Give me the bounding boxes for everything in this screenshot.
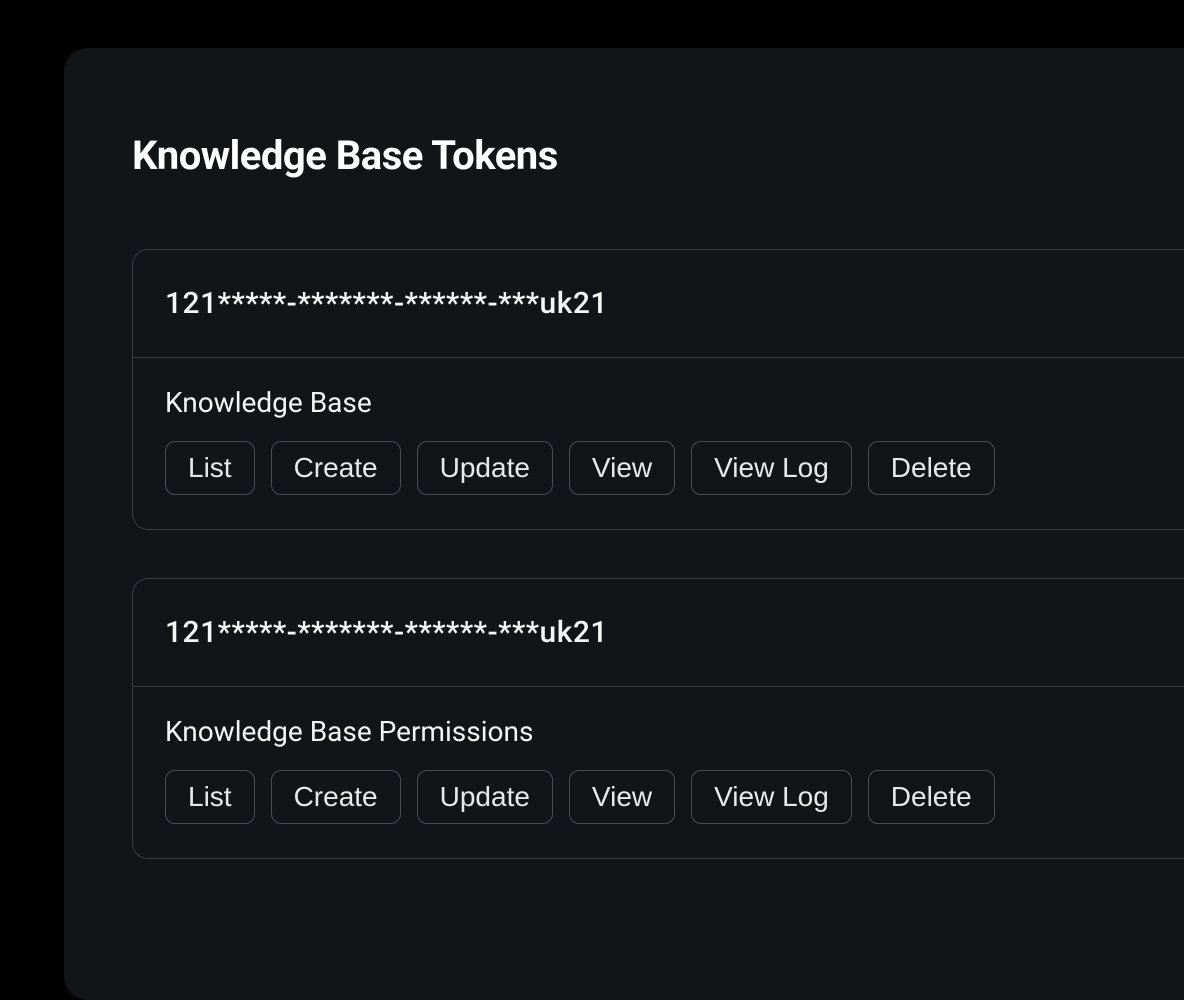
token-id: 121*****-*******-******-***uk21: [165, 615, 1152, 650]
permission-delete-button[interactable]: Delete: [868, 770, 995, 824]
permission-row: List Create Update View View Log Delete: [165, 770, 1152, 824]
permission-create-button[interactable]: Create: [271, 770, 401, 824]
token-body: Knowledge Base Permissions List Create U…: [133, 687, 1184, 858]
permission-view-button[interactable]: View: [569, 441, 675, 495]
permission-delete-button[interactable]: Delete: [868, 441, 995, 495]
permission-create-button[interactable]: Create: [271, 441, 401, 495]
permission-viewlog-button[interactable]: View Log: [691, 441, 852, 495]
permission-viewlog-button[interactable]: View Log: [691, 770, 852, 824]
token-header: 121*****-*******-******-***uk21: [133, 579, 1184, 687]
tokens-panel: Knowledge Base Tokens 121*****-*******-*…: [64, 48, 1184, 1000]
token-body: Knowledge Base List Create Update View V…: [133, 358, 1184, 529]
token-header: 121*****-*******-******-***uk21: [133, 250, 1184, 358]
permission-section-label: Knowledge Base: [165, 386, 1152, 419]
token-card: 121*****-*******-******-***uk21 Knowledg…: [132, 249, 1184, 530]
token-id: 121*****-*******-******-***uk21: [165, 286, 1152, 321]
token-card: 121*****-*******-******-***uk21 Knowledg…: [132, 578, 1184, 859]
permission-list-button[interactable]: List: [165, 441, 255, 495]
permission-update-button[interactable]: Update: [417, 770, 553, 824]
permission-view-button[interactable]: View: [569, 770, 675, 824]
permission-update-button[interactable]: Update: [417, 441, 553, 495]
page-title: Knowledge Base Tokens: [132, 132, 1184, 179]
permission-row: List Create Update View View Log Delete: [165, 441, 1152, 495]
permission-section-label: Knowledge Base Permissions: [165, 715, 1152, 748]
permission-list-button[interactable]: List: [165, 770, 255, 824]
